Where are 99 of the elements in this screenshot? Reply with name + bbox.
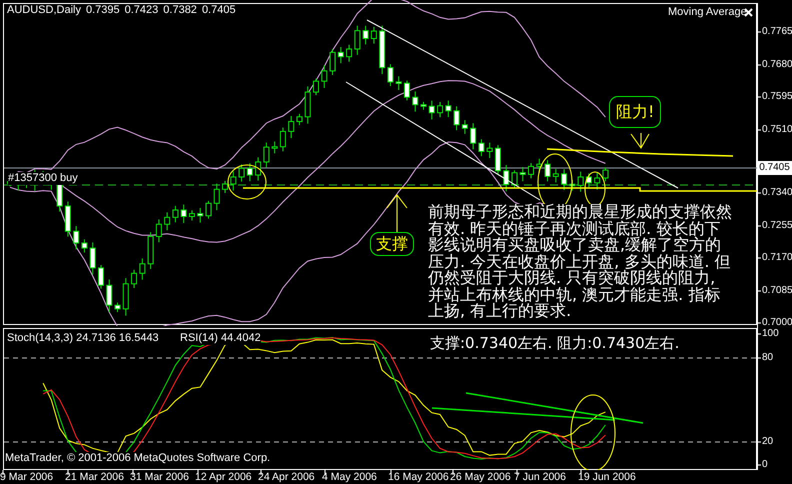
candle — [462, 120, 468, 134]
candle — [238, 164, 245, 182]
candle — [222, 180, 228, 194]
date-tick: 21 Mar 2006 — [65, 471, 124, 484]
candle — [586, 172, 592, 188]
price-tick: 0.7170 — [762, 251, 792, 264]
candle — [428, 100, 435, 120]
candle — [503, 164, 510, 192]
candle — [280, 127, 286, 152]
resistance-callout: 阻力! — [609, 96, 662, 128]
price-tick: 0.7085 — [762, 284, 792, 297]
current-price-label: 0.7405 — [757, 161, 792, 175]
oscillator-tick: 80 — [762, 351, 774, 364]
candle — [73, 226, 80, 250]
candle — [197, 207, 204, 224]
candle — [263, 142, 270, 168]
candle — [437, 102, 444, 118]
candle — [561, 168, 568, 190]
candle — [520, 166, 526, 182]
candle — [90, 242, 96, 276]
candle — [338, 46, 344, 64]
candle — [346, 44, 352, 62]
candle — [578, 171, 584, 192]
candle — [454, 106, 460, 131]
oscillator-tick: 20 — [762, 435, 774, 448]
date-tick: 31 Mar 2006 — [130, 471, 189, 484]
candle — [156, 218, 162, 243]
candle — [122, 278, 129, 316]
candle — [494, 144, 501, 175]
candle — [131, 269, 138, 289]
quote-value: 0.7423 — [124, 4, 158, 17]
candle — [214, 183, 220, 211]
highlight-circle — [228, 164, 266, 200]
candle — [106, 279, 112, 313]
candle — [370, 26, 377, 44]
candle — [354, 25, 360, 56]
quote-value: 0.7395 — [86, 4, 120, 17]
candle — [544, 160, 551, 182]
candle — [379, 25, 386, 75]
quote-value: 0.7382 — [163, 4, 197, 17]
candle — [148, 232, 154, 270]
candle — [486, 142, 493, 159]
date-tick: 26 May 2006 — [450, 471, 511, 484]
price-tick: 0.7000 — [762, 316, 792, 329]
candle — [569, 179, 576, 192]
candle — [321, 64, 328, 89]
order-label: #1357300 buy — [8, 172, 78, 185]
candle — [412, 91, 418, 112]
candle — [536, 158, 542, 174]
support-callout: 支撑 — [370, 232, 414, 256]
candle — [404, 80, 410, 101]
candle — [188, 210, 195, 221]
candle — [288, 115, 294, 139]
levels-text: 支撑:0.7340左右. 阻力:0.7430左右. — [430, 334, 680, 352]
copyright-text: MetaTrader, © 2001-2006 MetaQuotes Software Corp. — [5, 452, 270, 465]
candle — [470, 122, 476, 150]
candle — [313, 78, 319, 96]
candle — [180, 204, 187, 224]
candle — [296, 113, 302, 126]
price-tick: 0.7255 — [762, 219, 792, 232]
candle — [98, 264, 104, 290]
candle — [172, 205, 178, 223]
candle — [528, 162, 534, 179]
candle — [255, 156, 262, 182]
candle — [602, 166, 608, 182]
candle — [64, 201, 71, 238]
candle — [139, 258, 146, 280]
price-tick: 0.7680 — [762, 58, 792, 71]
candle — [552, 168, 559, 183]
candle — [114, 302, 120, 313]
price-tick: 0.7340 — [762, 186, 792, 199]
price-tick: 0.7765 — [762, 25, 792, 38]
rsi-label: RSI(14) 44.4042 — [180, 332, 261, 345]
stochastic-label: Stoch(14,3,3) 24.7136 16.5443 — [7, 332, 159, 345]
price-tick: 0.7595 — [762, 90, 792, 103]
date-tick: 24 Apr 2006 — [258, 471, 315, 484]
price-tick: 0.7510 — [762, 123, 792, 136]
indicator-label: Moving Average — [668, 6, 747, 19]
candle — [478, 138, 484, 157]
oscillator-tick: 100 — [762, 327, 779, 340]
quote-value: 0.7405 — [202, 4, 236, 17]
candle — [396, 76, 402, 90]
candle — [230, 170, 236, 192]
candle — [205, 200, 212, 220]
candle — [387, 64, 394, 87]
candle — [362, 25, 369, 45]
candle — [511, 170, 518, 188]
chart-title: AUDUSD,Daily — [7, 4, 81, 17]
candle — [164, 212, 170, 231]
candle — [246, 162, 253, 182]
candle — [594, 172, 600, 190]
candle — [304, 86, 311, 124]
oscillator-tick: 0 — [762, 458, 768, 471]
candle — [445, 100, 452, 118]
candle — [330, 48, 336, 76]
up-arrow — [386, 194, 408, 232]
candle — [420, 101, 426, 110]
candle — [81, 238, 88, 253]
candle — [272, 141, 278, 154]
